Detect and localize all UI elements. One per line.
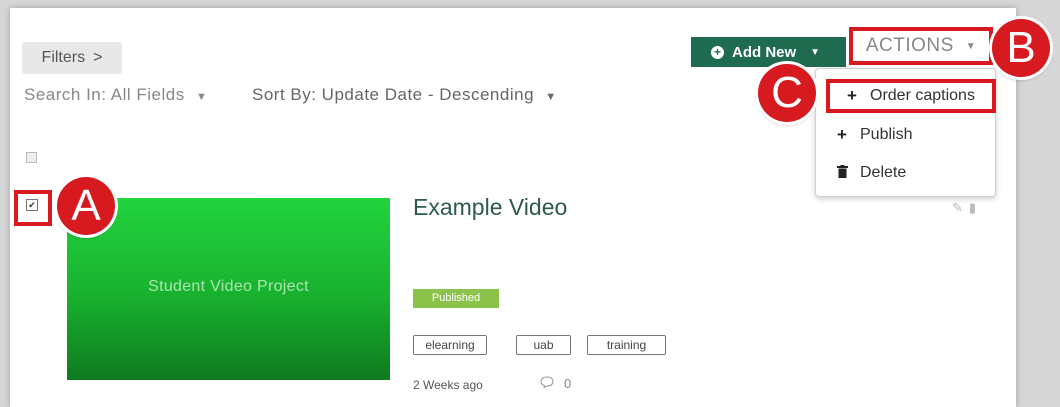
comment-icon: [540, 376, 554, 391]
pencil-icon[interactable]: ✎: [952, 200, 969, 215]
callout-a: A: [57, 177, 115, 235]
callout-c: C: [758, 64, 816, 122]
tag-training[interactable]: training: [587, 335, 666, 355]
sort-by-label: Sort By: Update Date - Descending: [252, 85, 535, 104]
comments-count[interactable]: 0: [540, 376, 571, 391]
menu-item-publish[interactable]: + Publish: [816, 118, 997, 152]
tag-elearning[interactable]: elearning: [413, 335, 487, 355]
trash-icon[interactable]: ▮: [969, 200, 982, 215]
sort-by-dropdown[interactable]: Sort By: Update Date - Descending ▼: [252, 85, 557, 105]
posted-time: 2 Weeks ago: [413, 378, 483, 392]
plus-icon: +: [837, 125, 847, 144]
chevron-right-icon: >: [93, 49, 103, 66]
plus-circle-icon: +: [711, 45, 724, 59]
add-new-button[interactable]: + Add New ▼: [691, 37, 846, 67]
menu-item-label: Publish: [860, 126, 913, 143]
actions-dropdown-button[interactable]: ACTIONS ▼: [849, 27, 993, 65]
actions-label: ACTIONS: [865, 35, 954, 56]
menu-item-order-captions[interactable]: + Order captions: [826, 79, 996, 113]
menu-item-label: Delete: [860, 164, 907, 181]
thumbnail-gap: [67, 380, 390, 407]
menu-item-label: Order captions: [870, 87, 975, 104]
chevron-down-icon: ▼: [965, 40, 977, 52]
tag-uab[interactable]: uab: [516, 335, 571, 355]
video-thumbnail[interactable]: Student Video Project: [67, 198, 390, 380]
filters-label: Filters: [41, 49, 86, 66]
callout-b: B: [992, 19, 1050, 77]
comment-count-value: 0: [564, 376, 572, 391]
thumbnail-text: Student Video Project: [148, 278, 309, 295]
add-new-label: Add New: [732, 43, 797, 61]
plus-icon: +: [847, 86, 857, 105]
entry-row-actions: ✎▮: [952, 200, 982, 216]
actions-menu: + Order captions + Publish Delete: [815, 68, 996, 197]
menu-item-delete[interactable]: Delete: [816, 156, 997, 190]
trash-icon: [836, 163, 848, 183]
status-badge: Published: [413, 289, 499, 308]
row-checkbox[interactable]: ✔: [26, 199, 38, 211]
select-all-checkbox[interactable]: [26, 152, 37, 163]
search-in-label: Search In: All Fields: [24, 85, 185, 104]
search-in-dropdown[interactable]: Search In: All Fields ▼: [24, 85, 207, 105]
chevron-down-icon: ▼: [195, 91, 208, 103]
video-title-link[interactable]: Example Video: [413, 194, 567, 221]
filters-button[interactable]: Filters >: [22, 42, 122, 74]
chevron-down-icon: ▼: [810, 46, 821, 58]
chevron-down-icon: ▼: [545, 91, 557, 103]
